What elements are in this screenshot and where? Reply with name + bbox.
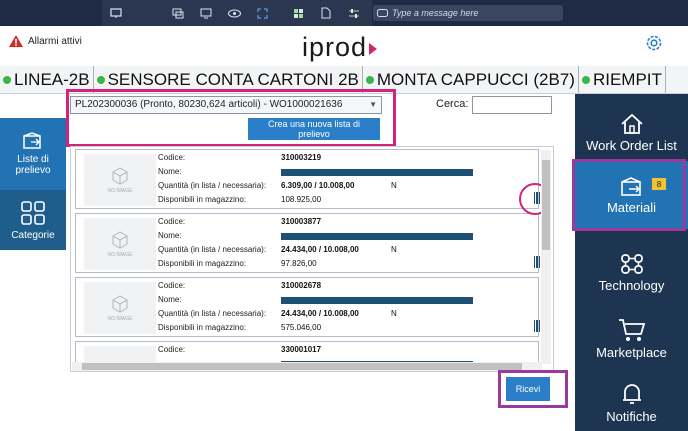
message-placeholder: Type a message here [392,8,479,18]
technology-icon [620,253,643,274]
item-name-redacted [281,297,473,304]
sidebar-item-notifiche[interactable]: Notifiche [575,374,688,431]
item-code: 310003877 [281,217,322,226]
remote-toolbar: Type a message here [0,0,688,26]
search-input[interactable] [472,96,552,114]
sidebar-item-label: Work Order List [586,137,677,153]
station-label: LINEA-2B [14,70,90,89]
alarm-label: Allarmi attivi [28,35,82,47]
document-icon[interactable] [318,5,334,21]
field-label: Disponibili in magazzino: [158,259,247,268]
cart-icon [618,318,645,341]
app-logo: iprod [302,32,378,63]
horizontal-scrollbar[interactable] [72,362,542,371]
station-label: SENSORE CONTA CARTONI 2B [107,70,359,89]
list-item[interactable]: NO IMAGE Codice: 310003877 Nome: Quantit… [75,213,545,273]
sidebar-item-technology[interactable]: Technology [575,243,688,301]
field-label: Quantità (in lista / necessaria): [158,245,267,254]
alarm-indicator[interactable]: Allarmi attivi [8,34,82,48]
field-label: Disponibili in magazzino: [158,195,247,204]
station-tab[interactable]: RIEMPIT [579,66,666,93]
highlight-box [572,159,686,231]
item-unit: N [391,309,397,318]
field-label: Quantità (in lista / necessaria): [158,309,267,318]
screens-icon[interactable] [170,5,186,21]
sidebar-item-categorie[interactable]: Categorie [0,190,66,250]
item-unit: N [391,181,397,190]
grid-icon[interactable] [290,5,306,21]
item-code: 310003219 [281,153,322,162]
warning-icon [9,35,23,47]
sidebar-item-label: Categorie [11,229,55,241]
status-dot-icon [365,76,374,84]
item-available: 97.826,00 [281,259,317,268]
field-label: Codice: [158,153,186,162]
search-label: Cerca: [436,98,469,110]
home-icon [620,113,643,134]
expand-icon[interactable] [254,5,270,21]
toolbar-icons [102,0,372,26]
sidebar-item-marketplace[interactable]: Marketplace [575,310,688,366]
item-name-redacted [281,169,473,176]
status-dot-icon [3,76,11,84]
box-icon [112,295,128,313]
item-thumbnail: NO IMAGE [84,218,156,270]
item-quantity: 24.434,00 / 10.008,00 [281,245,359,254]
field-label: Nome: [158,295,182,304]
field-label: Codice: [158,345,186,354]
chat-icon [377,8,388,17]
sidebar-item-label: Liste di prelievo [15,154,51,176]
box-icon [112,167,128,185]
sidebar-item-work-order-list[interactable]: Work Order List [575,104,688,160]
sidebar-item-liste-di-prelievo[interactable]: Liste di prelievo [0,118,66,190]
item-code: 330001017 [281,345,322,354]
pick-list-icon [23,132,41,149]
station-label: MONTA CAPPUCCI (2B7) [376,70,575,89]
field-label: Codice: [158,281,186,290]
bell-icon [622,384,641,404]
sliders-icon[interactable] [346,5,362,21]
status-dot-icon [96,76,105,84]
box-icon [112,231,128,249]
item-quantity: 24.434,00 / 10.008,00 [281,309,359,318]
categories-grid-icon [21,200,45,225]
monitor-icon[interactable] [108,5,124,21]
logo-arrow-icon [369,42,378,55]
no-image-label: NO IMAGE [107,316,133,322]
station-label: RIEMPIT [592,70,662,89]
list-item[interactable]: NO IMAGE Codice: 310003219 Nome: Quantit… [75,149,545,209]
logo-text: iprod [302,32,368,62]
eye-icon[interactable] [226,5,242,21]
item-unit: N [391,245,397,254]
message-input[interactable]: Type a message here [373,5,563,21]
field-label: Disponibili in magazzino: [158,323,247,332]
item-name-redacted [281,233,473,240]
item-thumbnail: NO IMAGE [84,154,156,206]
scrollbar-thumb[interactable] [542,160,550,250]
sidebar-item-label: Notifiche [606,409,657,424]
sidebar-item-label: Technology [598,277,665,293]
gear-icon[interactable] [644,33,664,53]
item-thumbnail: NO IMAGE [84,282,156,334]
display-icon[interactable] [198,5,214,21]
field-label: Nome: [158,231,182,240]
scrollbar-thumb[interactable] [82,363,522,370]
item-available: 108.925,00 [281,195,322,204]
list-item[interactable]: NO IMAGE Codice: 310002678 Nome: Quantit… [75,277,545,337]
materials-list[interactable]: NO IMAGE Codice: 310003219 Nome: Quantit… [70,146,554,372]
field-label: Nome: [158,167,182,176]
status-dot-icon [581,76,590,84]
sidebar-item-label: Marketplace [596,344,667,360]
item-available: 575.046,00 [281,323,322,332]
highlight-box [66,89,396,147]
highlight-box [498,370,568,408]
field-label: Quantità (in lista / necessaria): [158,181,267,190]
vertical-scrollbar[interactable] [541,150,551,364]
item-quantity: 6.309,00 / 10.008,00 [281,181,355,190]
item-code: 310002678 [281,281,322,290]
field-label: Codice: [158,217,186,226]
no-image-label: NO IMAGE [107,252,133,258]
no-image-label: NO IMAGE [107,188,133,194]
app-header: Allarmi attivi iprod [0,26,688,66]
